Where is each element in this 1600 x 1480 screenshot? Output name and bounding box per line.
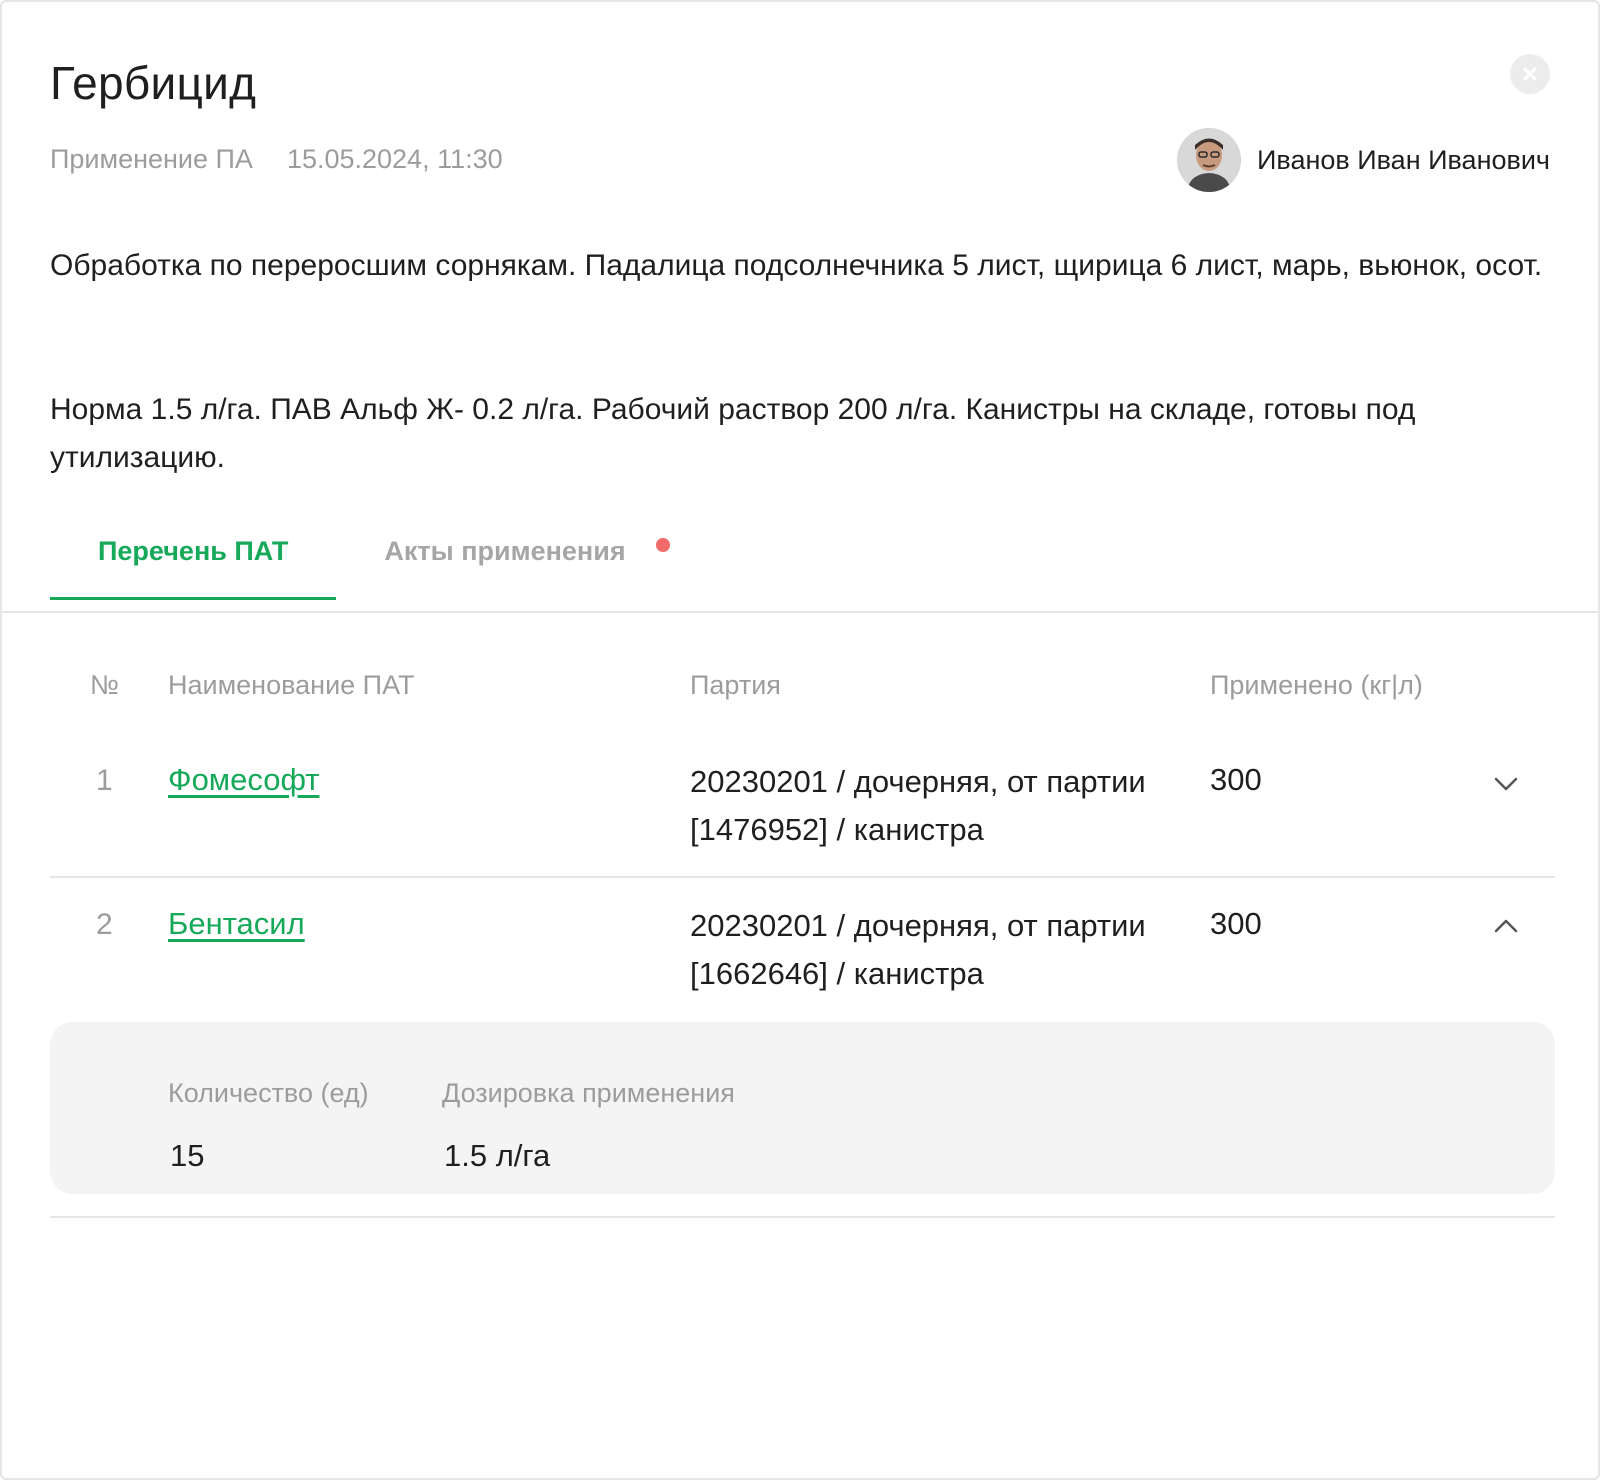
meta-type: Применение ПА: [50, 144, 253, 174]
column-header-amount: Применено (кг|л): [1210, 670, 1423, 700]
collapse-row-button[interactable]: [1486, 906, 1526, 946]
row-details-panel: Количество (ед) Дозировка применения 15 …: [50, 1022, 1555, 1194]
tab-label: Перечень ПАТ: [98, 536, 289, 566]
author-name: Иванов Иван Иванович: [1257, 144, 1550, 175]
tab-label: Акты применения: [384, 536, 626, 566]
row-number: 2: [96, 908, 113, 941]
product-link[interactable]: Фомесофт: [168, 762, 319, 798]
tabs: Перечень ПАТ Акты применения: [50, 522, 674, 600]
description-paragraph-2: Норма 1.5 л/га. ПАВ Альф Ж- 0.2 л/га. Ра…: [50, 393, 1416, 474]
row-batch: 20230201 / дочерняя, от партии [1662646]…: [690, 908, 1146, 991]
tab-application-acts[interactable]: Акты применения: [336, 522, 673, 600]
page-title: Гербицид: [50, 57, 257, 109]
author[interactable]: Иванов Иван Иванович: [1177, 128, 1550, 192]
avatar: [1177, 128, 1241, 192]
row-batch: 20230201 / дочерняя, от партии [1476952]…: [690, 764, 1146, 847]
tab-pat-list[interactable]: Перечень ПАТ: [50, 522, 337, 600]
row-amount: 300: [1210, 762, 1262, 797]
column-header-name: Наименование ПАТ: [168, 670, 415, 700]
quantity-value: 15: [170, 1138, 205, 1173]
expand-row-button[interactable]: [1486, 764, 1526, 804]
close-icon: [1523, 67, 1537, 81]
close-button[interactable]: [1510, 54, 1550, 94]
meta-info: Применение ПА 15.05.2024, 11:30: [50, 144, 503, 175]
dialog-card: Гербицид Применение ПА 15.05.2024, 11:30…: [0, 0, 1600, 1480]
row-divider: [50, 1216, 1555, 1218]
meta-datetime: 15.05.2024, 11:30: [286, 144, 503, 174]
tabs-divider: [2, 611, 1600, 613]
quantity-label: Количество (ед): [168, 1078, 369, 1108]
description-paragraph-1: Обработка по переросшим сорнякам. Падали…: [50, 249, 1543, 282]
row-divider: [50, 876, 1555, 878]
column-header-num: №: [90, 670, 119, 700]
row-number: 1: [96, 764, 113, 797]
product-link[interactable]: Бентасил: [168, 906, 305, 942]
chevron-up-icon: [1494, 919, 1518, 933]
avatar-icon: [1177, 128, 1241, 192]
column-header-batch: Партия: [690, 670, 781, 700]
notification-dot: [655, 538, 670, 552]
row-amount: 300: [1210, 906, 1262, 941]
chevron-down-icon: [1494, 777, 1518, 791]
dosage-value: 1.5 л/га: [444, 1138, 551, 1173]
dosage-label: Дозировка применения: [442, 1078, 735, 1108]
